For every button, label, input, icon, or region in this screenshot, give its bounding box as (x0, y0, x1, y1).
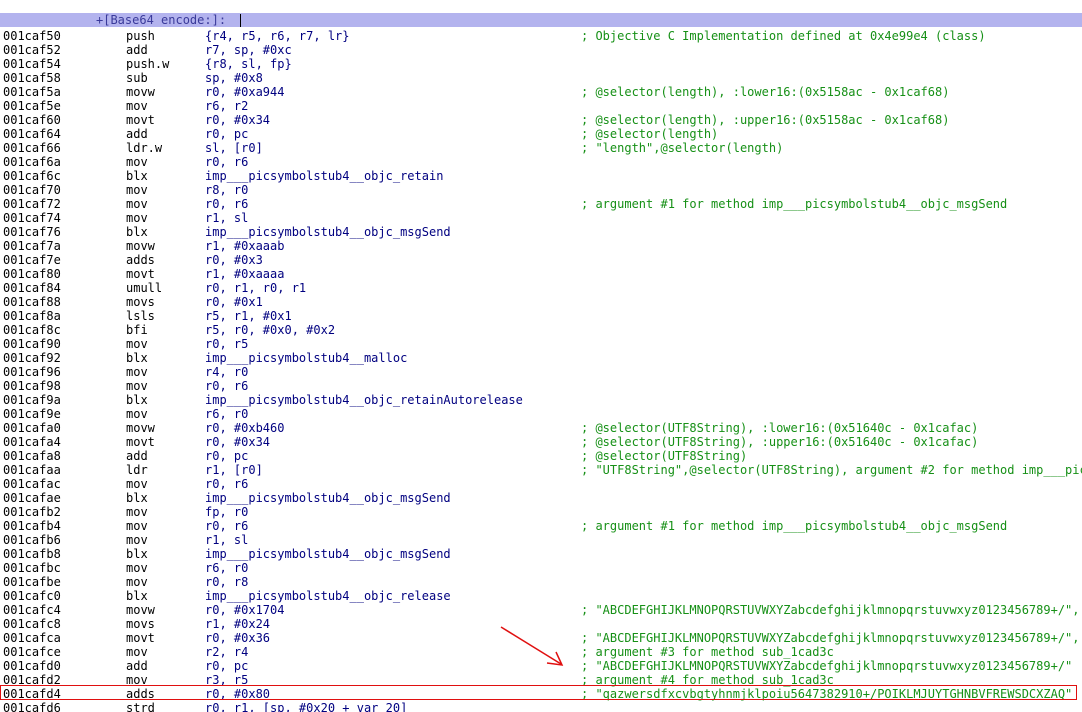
annotation-arrow-icon (500, 626, 564, 666)
disassembly-view: +[Base64 encode:]: 001caf50 push {r4, r5, … (0, 0, 1082, 712)
